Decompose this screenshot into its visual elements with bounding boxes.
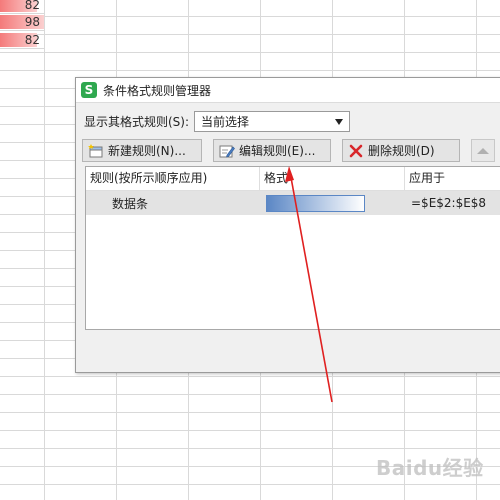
dialog-title: 条件格式规则管理器 (103, 83, 212, 98)
new-rule-button[interactable]: 新建规则(N)... (82, 139, 202, 162)
rule-name: 数据条 (112, 196, 149, 211)
rule-row[interactable]: 数据条 =$E$2:$E$8 (86, 191, 500, 215)
show-rules-row: 显示其格式规则(S): 当前选择 (84, 111, 351, 132)
arrow-up-icon (477, 147, 489, 154)
cell-value: 82 (24, 0, 40, 12)
spreadsheet-cell[interactable]: 82 (0, 32, 44, 49)
edit-rule-icon (219, 145, 235, 157)
column-header-format[interactable]: 格式 (260, 167, 405, 190)
show-rules-label: 显示其格式规则(S): (84, 115, 190, 129)
delete-rule-label: 删除规则(D) (368, 144, 435, 158)
new-rule-label: 新建规则(N)... (108, 144, 186, 158)
show-rules-value: 当前选择 (201, 115, 250, 129)
data-bar-preview (266, 195, 365, 212)
delete-rule-button[interactable]: 删除规则(D) (342, 139, 460, 162)
spreadsheet-cell[interactable]: 82 (0, 0, 44, 14)
edit-rule-button[interactable]: 编辑规则(E)... (213, 139, 331, 162)
move-up-button[interactable] (471, 139, 495, 162)
rules-table: 规则(按所示顺序应用) 格式 应用于 数据条 =$E$2:$E$8 (85, 166, 500, 330)
cell-value: 82 (24, 33, 40, 47)
wps-logo-icon: S (81, 82, 97, 98)
column-header-rule[interactable]: 规则(按所示顺序应用) (86, 167, 260, 190)
conditional-format-rules-manager-dialog: S 条件格式规则管理器 显示其格式规则(S): 当前选择 新建规则(N)... (75, 77, 500, 373)
rule-applies-to[interactable]: =$E$2:$E$8 (405, 196, 500, 210)
baidu-watermark: Baidu经验 (376, 456, 484, 480)
spreadsheet-cell[interactable]: 98 (0, 14, 44, 31)
cell-value: 98 (24, 15, 40, 29)
show-rules-select[interactable]: 当前选择 (194, 111, 351, 132)
rule-format-cell (260, 191, 405, 215)
new-rule-icon (88, 143, 103, 157)
rules-table-header: 规则(按所示顺序应用) 格式 应用于 (86, 167, 500, 191)
dialog-titlebar[interactable]: S 条件格式规则管理器 (76, 78, 500, 103)
rule-toolbar: 新建规则(N)... 编辑规则(E)... 删除规则(D) (82, 139, 495, 162)
chevron-down-icon (335, 118, 344, 125)
delete-x-icon (349, 144, 363, 157)
column-header-applies-to[interactable]: 应用于 (405, 167, 500, 190)
edit-rule-label: 编辑规则(E)... (239, 144, 316, 158)
